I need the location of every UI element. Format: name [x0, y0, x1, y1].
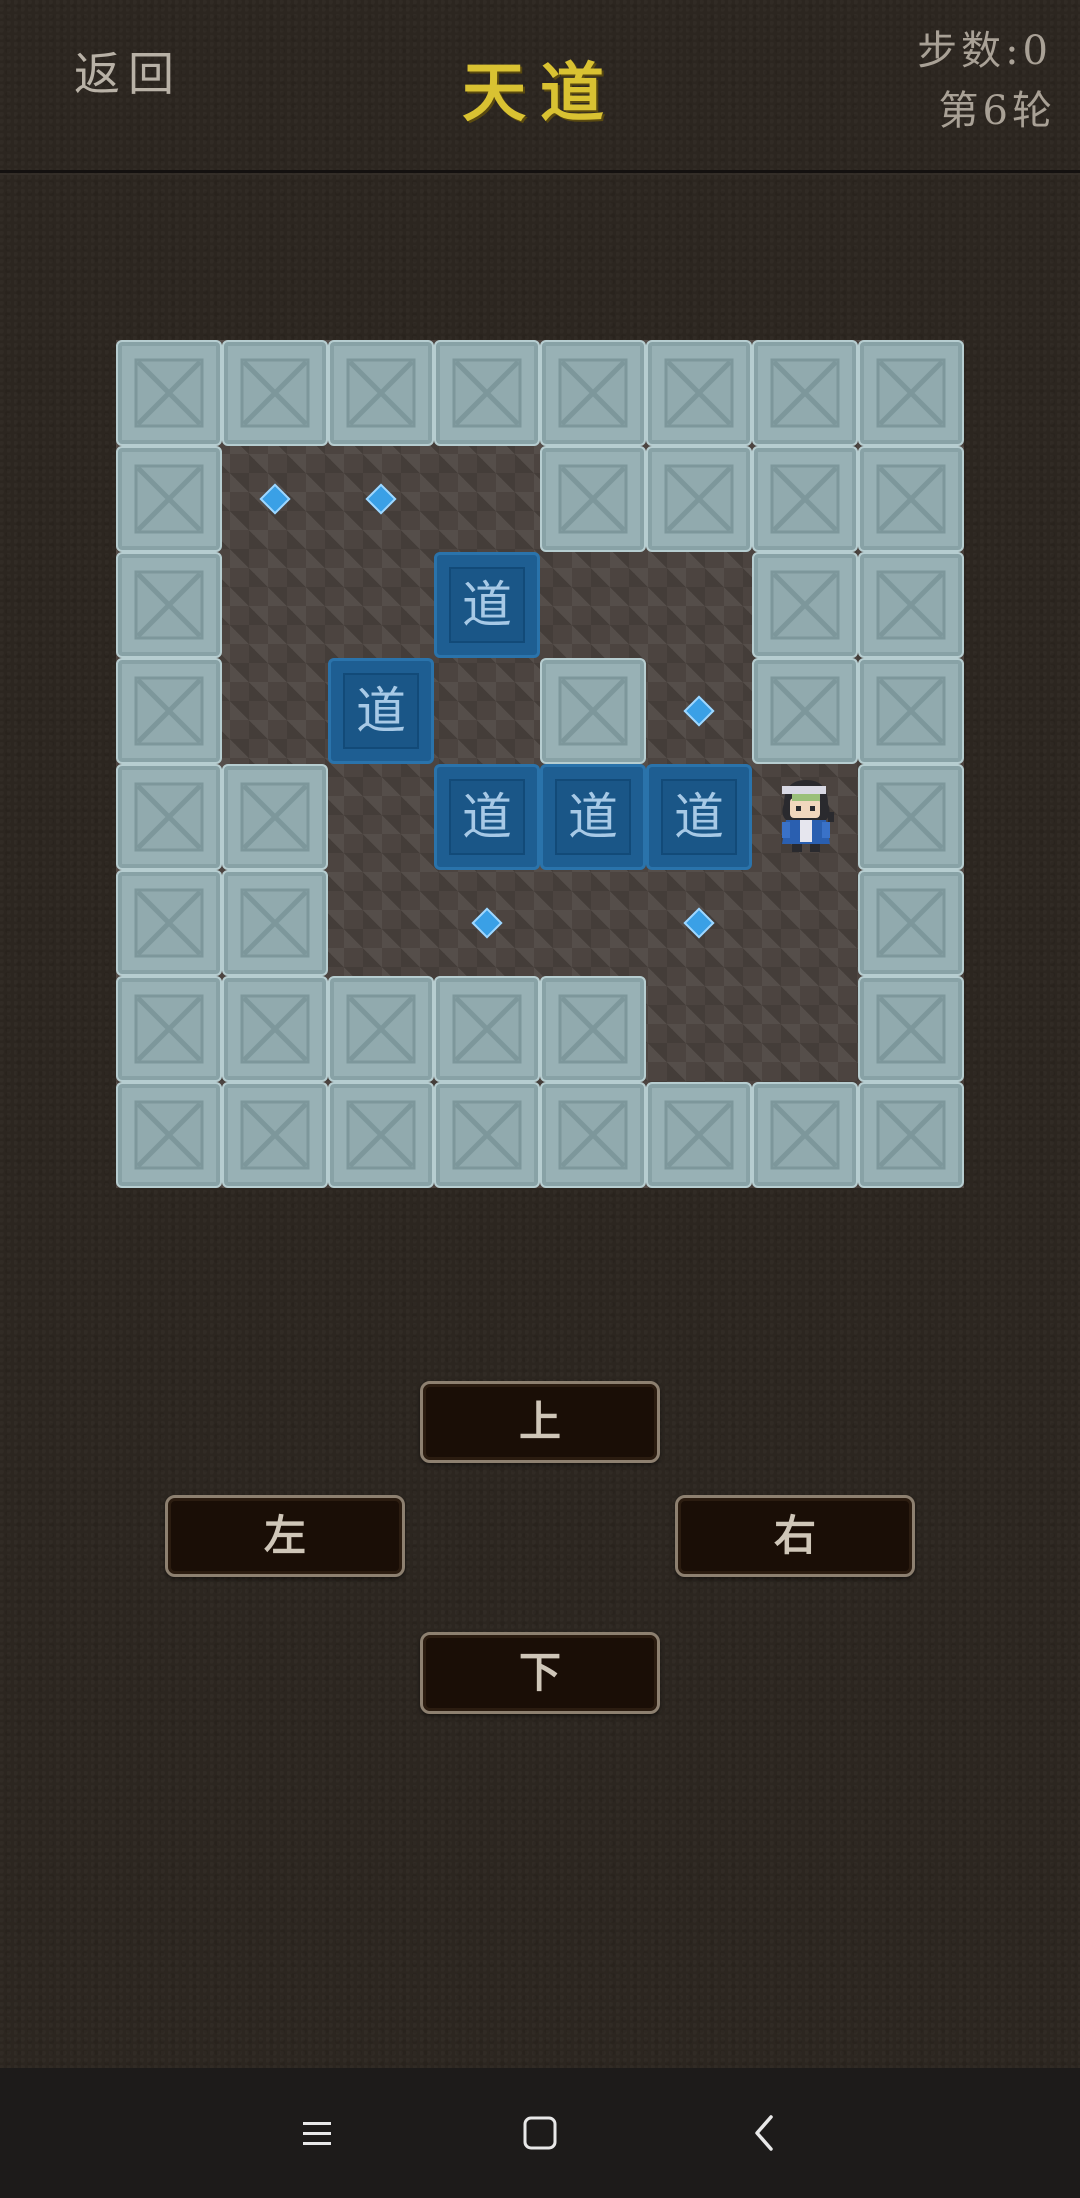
wall-block: [540, 658, 646, 764]
target-diamond-icon: [683, 907, 715, 939]
pushable-box: 道: [434, 764, 540, 870]
wall-block: [328, 340, 434, 446]
wall-block: [116, 340, 222, 446]
target-diamond-icon: [365, 483, 397, 515]
wall-block: [222, 764, 328, 870]
wall-block: [434, 340, 540, 446]
wall-block: [116, 976, 222, 1082]
wall-block: [858, 976, 964, 1082]
wall-block: [646, 340, 752, 446]
back-icon[interactable]: [735, 2103, 795, 2163]
wall-block: [540, 446, 646, 552]
system-nav-bar: [0, 2068, 1080, 2198]
wall-block: [858, 552, 964, 658]
wall-block: [116, 552, 222, 658]
wall-block: [646, 446, 752, 552]
wall-block: [540, 340, 646, 446]
wall-block: [116, 870, 222, 976]
wall-block: [752, 1082, 858, 1188]
target-diamond-icon: [471, 907, 503, 939]
wall-block: [222, 976, 328, 1082]
pushable-box: 道: [540, 764, 646, 870]
home-icon[interactable]: [510, 2103, 570, 2163]
right-button[interactable]: 右: [675, 1495, 915, 1577]
player-character-icon: [752, 764, 858, 870]
wall-block: [434, 1082, 540, 1188]
box-label: 道: [462, 788, 512, 846]
wall-block: [646, 1082, 752, 1188]
wall-block: [858, 446, 964, 552]
wall-block: [752, 340, 858, 446]
target-diamond-icon: [683, 695, 715, 727]
wall-block: [858, 1082, 964, 1188]
menu-icon[interactable]: [287, 2103, 347, 2163]
wall-block: [328, 976, 434, 1082]
wall-block: [540, 976, 646, 1082]
step-counter-label: 步数: [917, 28, 1006, 74]
step-counter: 步数:0: [917, 28, 1052, 74]
round-indicator: 第6轮: [938, 88, 1056, 134]
wall-block: [222, 870, 328, 976]
wall-block: [858, 764, 964, 870]
box-label: 道: [462, 576, 512, 634]
target-marker: [646, 870, 752, 976]
pushable-box: 道: [434, 552, 540, 658]
wall-block: [858, 340, 964, 446]
target-marker: [328, 446, 434, 552]
wall-block: [116, 1082, 222, 1188]
left-button[interactable]: 左: [165, 1495, 405, 1577]
wall-block: [752, 658, 858, 764]
wall-block: [222, 340, 328, 446]
header-bar: 返回 天道 步数:0 第6轮: [0, 0, 1080, 173]
game-board: 道道道道道: [116, 340, 964, 1188]
wall-block: [116, 658, 222, 764]
wall-block: [752, 552, 858, 658]
pushable-box: 道: [328, 658, 434, 764]
wall-block: [328, 1082, 434, 1188]
up-button[interactable]: 上: [420, 1381, 660, 1463]
wall-block: [858, 870, 964, 976]
box-label: 道: [674, 788, 724, 846]
target-marker: [646, 658, 752, 764]
wall-block: [116, 764, 222, 870]
pushable-box: 道: [646, 764, 752, 870]
down-button[interactable]: 下: [420, 1632, 660, 1714]
wall-block: [434, 976, 540, 1082]
target-marker: [434, 870, 540, 976]
wall-block: [116, 446, 222, 552]
wall-block: [540, 1082, 646, 1188]
wall-block: [222, 1082, 328, 1188]
wall-block: [858, 658, 964, 764]
wall-block: [752, 446, 858, 552]
target-marker: [222, 446, 328, 552]
target-diamond-icon: [259, 483, 291, 515]
step-counter-value: 0: [1022, 28, 1052, 74]
box-label: 道: [356, 682, 406, 740]
box-label: 道: [568, 788, 618, 846]
